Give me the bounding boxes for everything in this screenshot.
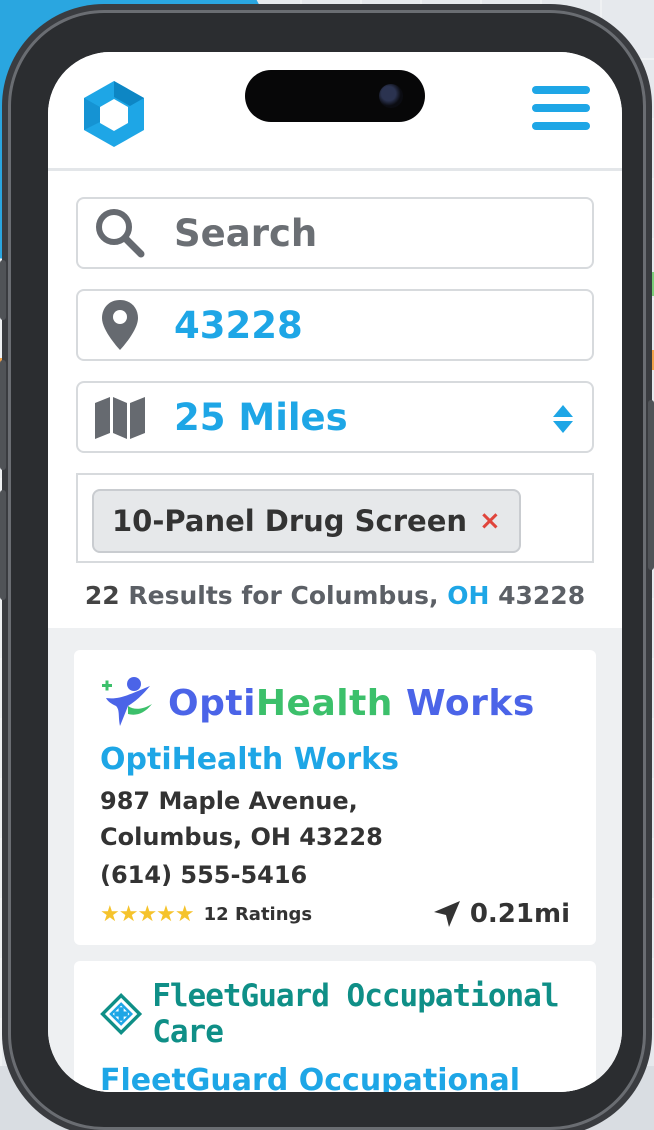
location-input[interactable]: 43228 bbox=[174, 304, 303, 347]
map-pin-icon bbox=[92, 298, 148, 352]
phone-frame: Search 43228 25 Miles 10-Panel Drug Scre… bbox=[0, 10, 654, 1130]
health-figure-icon bbox=[102, 677, 152, 726]
updown-icon bbox=[553, 405, 573, 433]
card-meta: ★★★★★ 12 Ratings 0.21mi bbox=[100, 899, 570, 929]
star-rating-icon: ★★★★★ bbox=[100, 901, 195, 927]
radius-value: 25 Miles bbox=[174, 395, 348, 439]
provider-phone[interactable]: (614) 555-5416 bbox=[100, 861, 570, 889]
provider-logo-text: OptiHealth Works bbox=[168, 682, 535, 724]
navigation-arrow-icon bbox=[433, 901, 460, 927]
address-line: 987 Maple Avenue, bbox=[100, 787, 358, 815]
search-field[interactable]: Search bbox=[76, 197, 594, 269]
provider-logo-text: FleetGuard Occupational Care bbox=[152, 978, 559, 1050]
filter-tag: 10-Panel Drug Screen × bbox=[92, 489, 521, 553]
distance-value: 0.21mi bbox=[469, 899, 570, 929]
address-line: Columbus, OH 43228 bbox=[100, 823, 383, 851]
filter-tags-box[interactable]: 10-Panel Drug Screen × bbox=[76, 473, 594, 563]
results-list: OptiHealth Works OptiHealth Works 987 Ma… bbox=[48, 628, 622, 1092]
results-state: OH bbox=[447, 581, 490, 610]
results-summary: 22 Results for Columbus, OH 43228 bbox=[76, 581, 594, 628]
distance: 0.21mi bbox=[432, 899, 570, 929]
camera-icon bbox=[379, 84, 403, 108]
results-text: Results for Columbus, bbox=[128, 581, 439, 610]
remove-tag-icon[interactable]: × bbox=[479, 506, 501, 536]
map-icon bbox=[92, 395, 148, 439]
filter-tag-label: 10-Panel Drug Screen bbox=[112, 504, 468, 538]
phone-button bbox=[0, 360, 6, 470]
rating: ★★★★★ 12 Ratings bbox=[100, 902, 312, 927]
search-panel: Search 43228 25 Miles 10-Panel Drug Scre… bbox=[48, 171, 622, 628]
hamburger-menu-icon[interactable] bbox=[532, 86, 590, 134]
search-icon bbox=[92, 206, 148, 260]
provider-logo: FleetGuard Occupational Care bbox=[100, 978, 570, 1050]
provider-logo: OptiHealth Works bbox=[100, 672, 570, 734]
diamond-cross-icon bbox=[100, 993, 143, 1035]
result-card[interactable]: FleetGuard Occupational Care FleetGuard … bbox=[74, 961, 596, 1092]
provider-address: 987 Maple Avenue, Columbus, OH 43228 bbox=[100, 783, 570, 855]
radius-select[interactable]: 25 Miles bbox=[76, 381, 594, 453]
ratings-count: 12 Ratings bbox=[203, 903, 313, 925]
results-count: 22 bbox=[84, 581, 120, 610]
result-card[interactable]: OptiHealth Works OptiHealth Works 987 Ma… bbox=[74, 650, 596, 945]
phone-button bbox=[0, 490, 6, 600]
provider-name[interactable]: OptiHealth Works bbox=[100, 742, 570, 777]
phone-screen: Search 43228 25 Miles 10-Panel Drug Scre… bbox=[48, 52, 622, 1092]
location-field[interactable]: 43228 bbox=[76, 289, 594, 361]
phone-button bbox=[0, 260, 6, 320]
results-zip: 43228 bbox=[498, 581, 586, 610]
dynamic-island bbox=[245, 70, 425, 122]
search-input[interactable]: Search bbox=[174, 212, 317, 255]
provider-name[interactable]: FleetGuard Occupational Care bbox=[100, 1063, 570, 1092]
phone-button bbox=[648, 400, 654, 570]
hexagon-logo-icon[interactable] bbox=[81, 79, 147, 149]
